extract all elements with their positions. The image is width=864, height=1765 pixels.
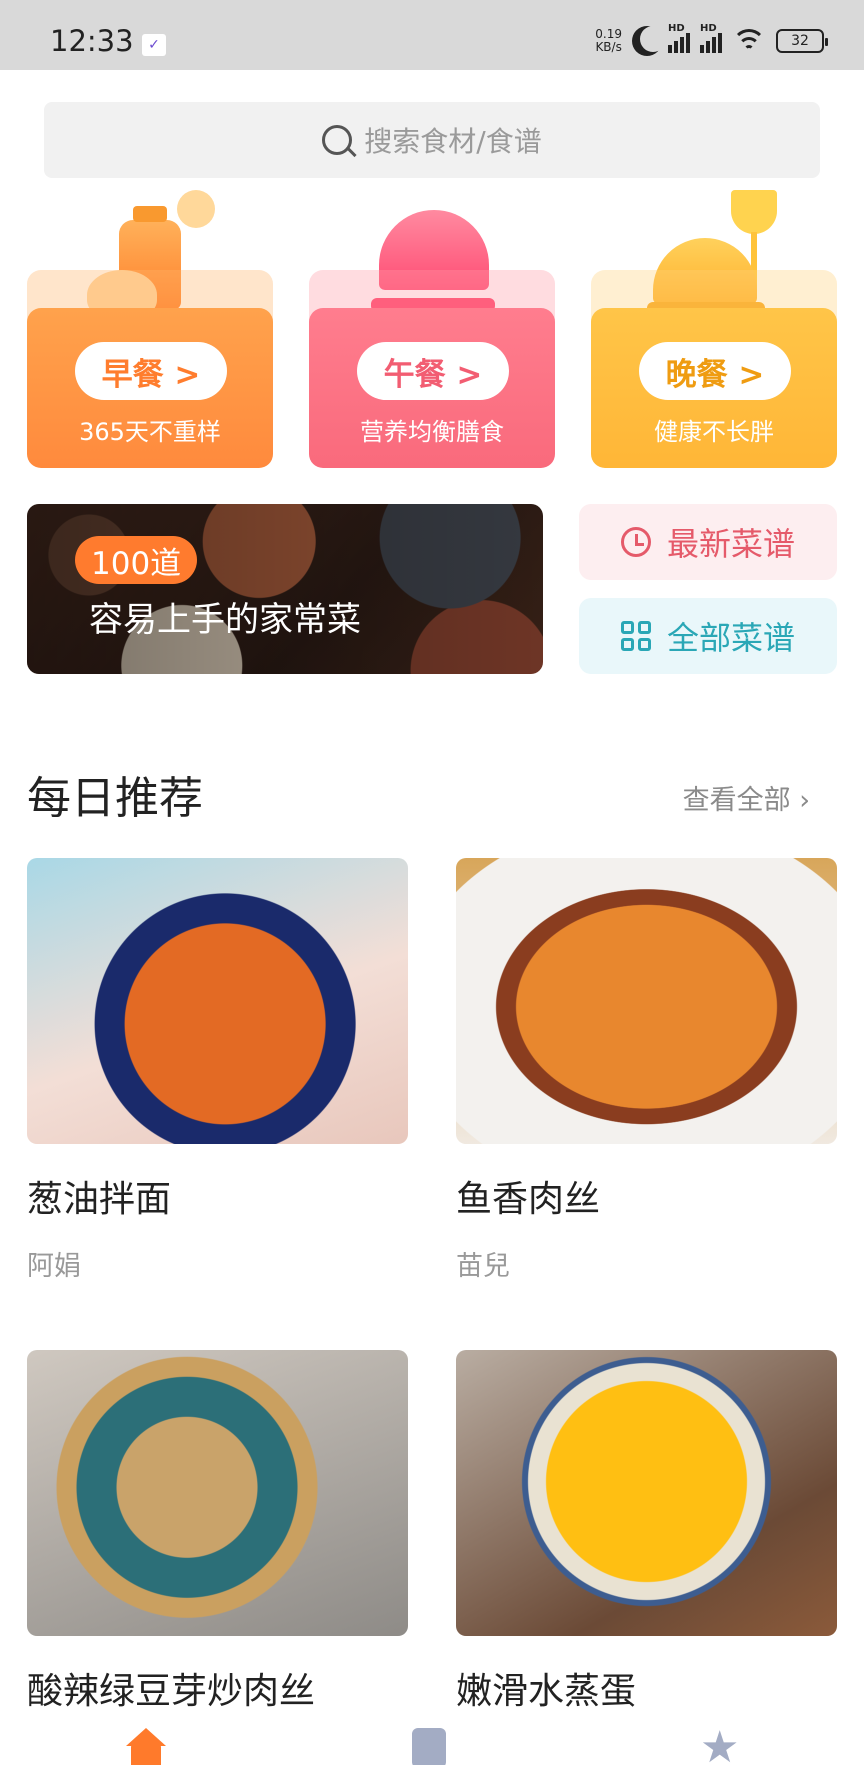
recipe-card[interactable]: 嫩滑水蒸蛋: [456, 1350, 837, 1712]
recipe-card[interactable]: 鱼香肉丝 苗兒: [456, 858, 837, 1282]
bottom-tab-bar: ★: [0, 1720, 864, 1765]
recipe-author: 阿娟: [27, 1251, 81, 1282]
latest-recipes-button[interactable]: 最新菜谱: [579, 504, 837, 580]
search-placeholder: 搜索食材/食谱: [364, 125, 542, 158]
do-not-disturb-icon: [640, 26, 666, 52]
latest-recipes-label: 最新菜谱: [666, 525, 795, 563]
book-icon[interactable]: [412, 1728, 446, 1765]
battery-icon: 32: [776, 29, 828, 53]
search-icon: [322, 125, 353, 155]
lunch-subtitle: 营养均衡膳食: [360, 418, 504, 446]
recipe-card[interactable]: 酸辣绿豆芽炒肉丝: [27, 1350, 408, 1712]
dinner-card[interactable]: 晚餐 > 健康不长胖: [591, 190, 837, 468]
breakfast-card[interactable]: 早餐 > 365天不重样: [27, 190, 273, 468]
recipe-image: [27, 858, 408, 1144]
network-speed: 0.19 KB/s: [595, 27, 622, 54]
home-icon[interactable]: [126, 1728, 166, 1765]
signal-icon: HD: [668, 23, 690, 53]
app-notification-icon: ✓: [142, 34, 166, 56]
banner-count-badge: 100道: [75, 536, 198, 584]
recipe-name: 葱油拌面: [27, 1179, 172, 1220]
lunch-label: 午餐 >: [357, 342, 509, 400]
signal-icon-2: HD: [700, 23, 722, 53]
wine-glass-illustration: [731, 190, 777, 234]
recipe-image: [27, 1350, 408, 1636]
recipe-name: 鱼香肉丝: [456, 1179, 601, 1220]
all-recipes-label: 全部菜谱: [666, 619, 795, 657]
all-recipes-button[interactable]: 全部菜谱: [579, 598, 837, 674]
recipe-image: [456, 1350, 837, 1636]
clock: 12:33: [50, 24, 134, 58]
section-title: 每日推荐: [27, 773, 203, 824]
breakfast-subtitle: 365天不重样: [79, 418, 221, 446]
lunch-card[interactable]: 午餐 > 营养均衡膳食: [309, 190, 555, 468]
status-bar: 12:33 ✓ 0.19 KB/s HD HD 32: [0, 0, 864, 70]
recipe-name: 酸辣绿豆芽炒肉丝: [27, 1671, 316, 1712]
star-icon[interactable]: ★: [700, 1726, 740, 1765]
dinner-label: 晚餐 >: [639, 342, 791, 400]
banner-title: 容易上手的家常菜: [89, 600, 361, 640]
view-all-link[interactable]: 查看全部 ›: [683, 778, 810, 817]
breakfast-label: 早餐 >: [75, 342, 227, 400]
recipe-author: 苗兒: [456, 1251, 510, 1282]
grid-icon: [620, 621, 651, 651]
clock-icon: [620, 527, 651, 557]
wifi-icon: [732, 29, 766, 53]
dinner-subtitle: 健康不长胖: [654, 418, 774, 446]
recipe-image: [456, 858, 837, 1144]
search-bar[interactable]: 搜索食材/食谱: [44, 102, 820, 178]
recipe-card[interactable]: 葱油拌面 阿娟: [27, 858, 408, 1282]
sun-illustration: [177, 190, 215, 228]
recipe-name: 嫩滑水蒸蛋: [456, 1671, 637, 1712]
home-cooking-banner[interactable]: 100道 容易上手的家常菜: [27, 504, 543, 674]
